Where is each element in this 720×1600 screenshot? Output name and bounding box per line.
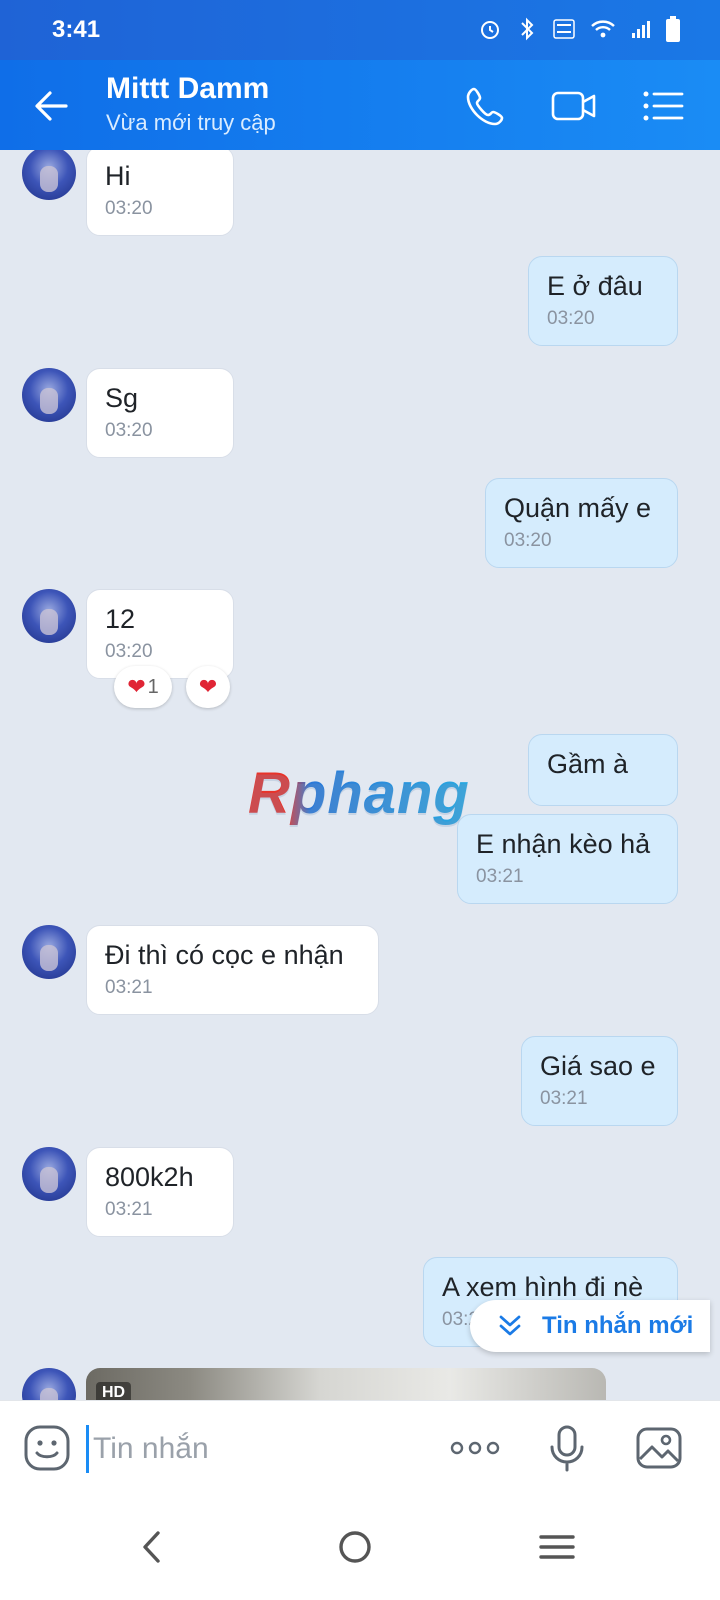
microphone-icon [550,1425,584,1472]
list-menu-icon [643,91,684,121]
contact-status: Vừa mới truy cập [106,110,276,135]
message-time: 03:20 [105,641,153,662]
outgoing-message[interactable]: E ở đâu 03:20 [528,256,678,346]
new-message-label: Tin nhắn mới [542,1312,694,1339]
sticker-button[interactable] [22,1423,72,1473]
reaction-summary[interactable]: ❤ 1 [114,666,172,708]
message-time: 03:20 [504,530,552,551]
more-dots-icon [450,1441,500,1455]
alarm-icon [478,17,502,46]
message-time: 03:20 [547,308,595,329]
message-text: Sg [105,383,139,413]
heart-icon: ❤ [198,674,218,699]
incoming-message[interactable]: 800k2h 03:21 [86,1147,234,1237]
message-input-bar [0,1400,720,1495]
status-time: 3:41 [52,16,101,43]
contact-avatar[interactable] [22,925,76,979]
contact-avatar[interactable] [22,368,76,422]
recents-lines-icon [539,1535,575,1559]
message-text: 800k2h [105,1162,194,1192]
message-text: Quận mấy e [504,493,652,523]
video-call-button[interactable] [550,82,598,130]
phone-icon [466,87,504,126]
voice-call-button[interactable] [462,82,510,130]
contact-avatar[interactable] [22,1147,76,1201]
message-input[interactable] [86,1425,425,1473]
message-time: 03:21 [105,1199,153,1220]
contact-name[interactable]: Mittt Damm [106,72,269,106]
outgoing-message[interactable]: Gầm à [528,734,678,806]
bluetooth-icon [516,17,538,46]
heart-icon: ❤ [127,674,146,699]
outgoing-message[interactable]: Giá sao e 03:21 [521,1036,678,1126]
incoming-message[interactable]: Sg 03:20 [86,368,234,458]
incoming-message[interactable]: Đi thì có cọc e nhận 03:21 [86,925,379,1015]
more-options-button[interactable] [450,1423,500,1473]
message-text: Hi [105,161,131,191]
double-chevron-down-icon [499,1315,521,1336]
message-text: A xem hình đi nè [442,1272,644,1302]
message-text: 12 [105,604,136,634]
message-text: Giá sao e [540,1051,656,1081]
back-arrow-icon [35,91,68,121]
battery-icon [666,16,680,47]
image-icon [636,1427,682,1469]
message-time: 03:21 [540,1088,588,1109]
video-camera-icon [551,91,596,121]
message-time: 03:21 [476,866,524,887]
watermark-logo: Rphang [248,761,470,826]
emoji-icon [24,1425,70,1471]
system-navigation-bar [0,1494,720,1600]
outgoing-message[interactable]: Quận mấy e 03:20 [485,478,678,568]
message-time: 03:20 [105,198,153,219]
home-circle-icon [339,1531,371,1563]
contact-avatar[interactable] [22,150,76,200]
message-text: E nhận kèo hả [476,829,651,859]
chevron-left-icon [143,1531,160,1563]
message-time: 03:21 [105,977,153,998]
message-text: Gầm à [547,749,629,779]
volte-icon [552,17,576,46]
back-button[interactable] [30,84,74,128]
menu-button[interactable] [638,82,686,130]
outgoing-message[interactable]: E nhận kèo hả 03:21 [457,814,678,904]
message-time: 03:20 [105,420,153,441]
wifi-icon [590,18,616,45]
nav-home-button[interactable] [332,1524,378,1570]
nav-recents-button[interactable] [534,1524,580,1570]
contact-avatar[interactable] [22,589,76,643]
voice-message-button[interactable] [542,1423,592,1473]
status-icons [478,16,680,47]
chat-header: Mittt Damm Vừa mới truy cập [0,60,720,150]
signal-icon [630,18,652,45]
message-text: E ở đâu [547,271,643,301]
gallery-button[interactable] [634,1423,684,1473]
reaction-count: 1 [147,675,159,698]
status-bar: 3:41 [0,0,720,60]
incoming-message[interactable]: Hi 03:20 [86,150,234,236]
message-text: Đi thì có cọc e nhận [105,940,344,970]
react-button[interactable]: ❤ [186,666,230,708]
new-message-banner[interactable]: Tin nhắn mới [470,1300,710,1352]
nav-back-button[interactable] [130,1524,176,1570]
